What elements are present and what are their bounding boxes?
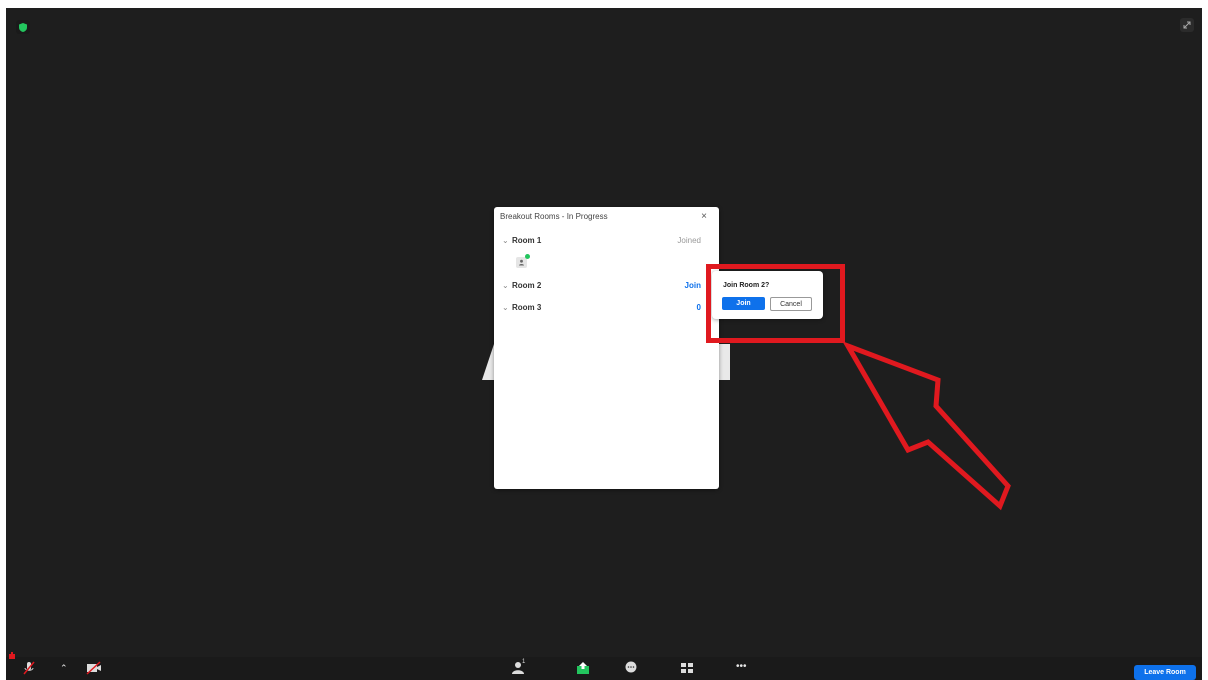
participant-avatar [516,254,530,268]
participants-icon[interactable]: 1 [512,659,528,678]
security-shield-icon[interactable] [16,20,30,34]
room-row-1[interactable]: ⌄ Room 1 Joined [502,234,701,246]
fullscreen-icon[interactable] [1180,18,1194,32]
room-participant-count: 0 [696,302,701,312]
room-status: Joined [677,235,701,245]
participants-count: 1 [522,659,526,665]
close-icon[interactable]: × [701,211,707,222]
breakout-rooms-icon[interactable] [680,661,694,678]
chevron-down-icon[interactable]: ⌄ [502,236,512,245]
room-name: Room 3 [512,302,542,312]
share-screen-icon[interactable] [576,661,590,678]
leave-room-button[interactable]: Leave Room [1134,665,1196,680]
more-icon[interactable]: ••• [736,661,747,672]
annotation-arrow-icon [842,341,1011,511]
microphone-muted-icon[interactable] [22,661,36,678]
chevron-down-icon[interactable]: ⌄ [502,303,512,312]
chevron-down-icon[interactable]: ⌄ [502,281,512,290]
join-room-link[interactable]: Join [685,281,701,290]
breakout-rooms-panel: Breakout Rooms - In Progress × ⌄ Room 1 … [494,207,719,489]
chat-icon[interactable] [624,661,638,678]
highlight-annotation-box [706,264,845,343]
bottom-toolbar: ⌃ 1 ••• Leave Room [6,657,1202,680]
panel-title: Breakout Rooms - In Progress [500,212,608,221]
background-video-shape [718,344,730,380]
background-video-shape [482,344,494,380]
raised-hand-icon [8,647,16,665]
room-name: Room 2 [512,280,542,290]
chevron-up-icon[interactable]: ⌃ [60,663,68,674]
video-off-icon[interactable] [86,661,102,678]
room-name: Room 1 [512,235,542,245]
room-row-2[interactable]: ⌄ Room 2 Join [502,279,701,291]
room-row-3[interactable]: ⌄ Room 3 0 [502,301,701,313]
online-status-dot [525,254,530,259]
